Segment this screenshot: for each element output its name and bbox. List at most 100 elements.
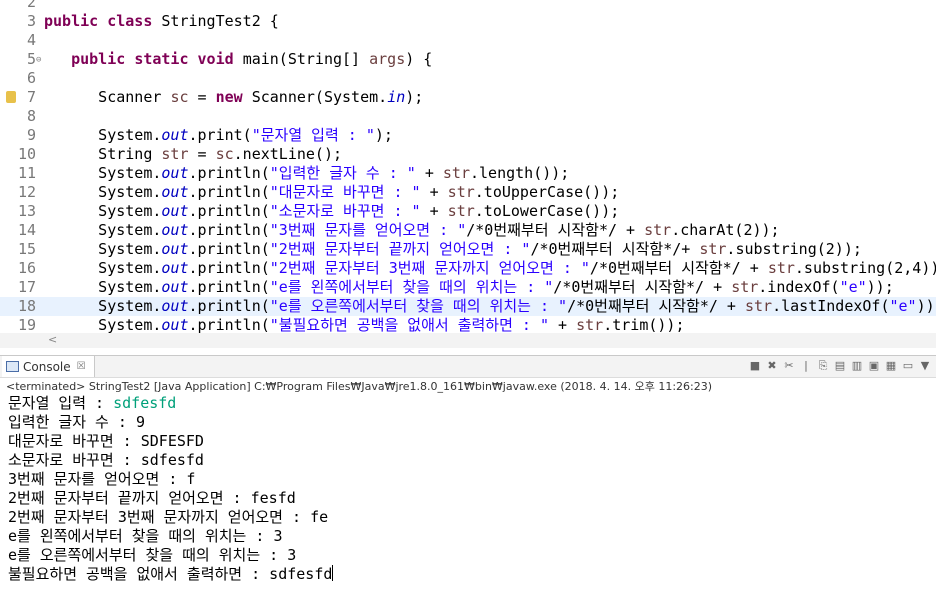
line-number: 14 (17, 221, 36, 239)
code-token: StringTest2 { (161, 12, 279, 30)
code-token: "2번째 문자부터 끝까지 얻어오면 : " (269, 240, 531, 258)
code-token: .println( (188, 259, 270, 277)
code-token: out (161, 126, 189, 144)
code-token: )); (866, 278, 894, 296)
console-output-line: e를 왼쪽에서부터 찾을 때의 위치는 : 3 (8, 527, 333, 546)
code-line[interactable]: 3 public class StringTest2 { (0, 12, 936, 31)
code-token: str (576, 316, 604, 334)
code-text: Scanner sc = new Scanner(System.in); (44, 88, 423, 107)
code-text: System.out.println("e를 오른쪽에서부터 찾을 때의 위치는… (44, 297, 936, 316)
code-line[interactable]: 7 Scanner sc = new Scanner(System.in); (0, 88, 936, 107)
console-output[interactable]: 문자열 입력 : sdfesfd 입력한 글자 수 : 9 대문자로 바꾸면 : S… (8, 394, 334, 584)
line-number: 7 (26, 88, 36, 106)
code-line[interactable]: 13 System.out.println("소문자로 바꾸면 : " + st… (0, 202, 936, 221)
line-number: 16 (17, 259, 36, 277)
code-token: str (442, 164, 470, 182)
code-token: /*0번째부터 시작함*/ + (553, 278, 732, 296)
code-token: String (44, 145, 162, 163)
code-token: out (161, 259, 189, 277)
console-output-line: 대문자로 바꾸면 : SDFESFD (8, 432, 333, 451)
code-text: String str = sc.nextLine(); (44, 145, 342, 164)
code-line[interactable]: 12 System.out.println("대문자로 바꾸면 : " + st… (0, 183, 936, 202)
console-toolbar-icon[interactable]: ▤ (833, 358, 847, 373)
code-token: /*0번째부터 시작함*/ + (589, 259, 768, 277)
line-number: 11 (17, 164, 36, 182)
code-token: "e" (889, 297, 917, 315)
console-toolbar-icon[interactable]: ▭ (901, 358, 915, 373)
console-output-line: 문자열 입력 : sdfesfd (8, 394, 333, 413)
code-token: "e를 왼쪽에서부터 찾을 때의 위치는 : " (269, 278, 554, 296)
code-token: out (161, 240, 189, 258)
code-token: + (415, 164, 443, 182)
code-token: System. (44, 126, 162, 144)
console-toolbar-icon[interactable]: ▼ (918, 358, 932, 373)
code-token: .substring(2,4)); (794, 259, 936, 277)
code-line[interactable]: 16 System.out.println("2번째 문자부터 3번째 문자까지… (0, 259, 936, 278)
code-token: ); (374, 126, 393, 144)
code-line[interactable]: 8 (0, 107, 936, 126)
scroll-left-icon[interactable]: < (48, 333, 57, 346)
line-number: 2 (26, 0, 36, 11)
fold-collapse-icon[interactable]: ⊖ (36, 55, 41, 65)
console-toolbar-icon[interactable]: ✂ (782, 358, 796, 373)
console-toolbar-icon[interactable]: ▣ (867, 358, 881, 373)
code-token: sc (215, 145, 234, 163)
close-icon[interactable]: ☒ (77, 361, 86, 372)
code-token: sc (170, 88, 189, 106)
console-output-text: e를 오른쪽에서부터 찾을 때의 위치는 : 3 (8, 546, 297, 564)
line-number: 5 (26, 50, 36, 68)
code-line[interactable]: 10 String str = sc.nextLine(); (0, 145, 936, 164)
code-text: System.out.println("입력한 글자 수 : " + str.l… (44, 164, 569, 183)
line-number: 3 (26, 12, 36, 30)
console-toolbar-icon[interactable]: ✖ (765, 358, 779, 373)
console-output-line: 입력한 글자 수 : 9 (8, 413, 333, 432)
console-output-text: 대문자로 바꾸면 : SDFESFD (8, 432, 204, 450)
code-token: Scanner(System. (251, 88, 388, 106)
line-number: 17 (17, 278, 36, 296)
code-token: "문자열 입력 : " (251, 126, 375, 144)
code-text: public class StringTest2 { (44, 12, 279, 31)
code-token: .indexOf( (758, 278, 840, 296)
code-token: "대문자로 바꾸면 : " (269, 183, 421, 201)
code-token: /*0번째부터 시작함*/ + (567, 297, 745, 315)
editor-horizontal-scrollbar[interactable]: < (0, 333, 936, 348)
code-line[interactable]: 11 System.out.println("입력한 글자 수 : " + st… (0, 164, 936, 183)
code-line[interactable]: 18 System.out.println("e를 오른쪽에서부터 찾을 때의 … (0, 297, 936, 316)
code-text: System.out.println("소문자로 바꾸면 : " + str.t… (44, 202, 619, 221)
line-number: 15 (17, 240, 36, 258)
console-toolbar-icon[interactable]: | (799, 358, 813, 373)
code-token: class (107, 12, 162, 30)
code-token: main(String[] (242, 50, 370, 68)
tab-console[interactable]: Console ☒ (2, 356, 95, 377)
console-toolbar-icon[interactable]: ▦ (884, 358, 898, 373)
code-token: .println( (188, 164, 270, 182)
console-icon (6, 361, 19, 372)
code-token: System. (44, 240, 162, 258)
code-editor[interactable]: 2 3 public class StringTest2 { 4 5 ⊖ public s… (0, 0, 936, 348)
code-token: .println( (188, 278, 270, 296)
code-token: ); (405, 88, 424, 106)
code-token: .toLowerCase()); (474, 202, 620, 220)
code-token: .print( (188, 126, 252, 144)
code-token: .nextLine(); (233, 145, 343, 163)
code-token: .trim()); (603, 316, 685, 334)
code-line[interactable]: 2 (0, 0, 936, 12)
console-toolbar-icon[interactable]: ▥ (850, 358, 864, 373)
code-line[interactable]: 17 System.out.println("e를 왼쪽에서부터 찾을 때의 위… (0, 278, 936, 297)
console-process-info: <terminated> StringTest2 [Java Applicati… (6, 380, 713, 393)
code-text: System.out.println("e를 왼쪽에서부터 찾을 때의 위치는 … (44, 278, 894, 297)
code-line[interactable]: 9 System.out.print("문자열 입력 : "); (0, 126, 936, 145)
code-line[interactable]: 4 (0, 31, 936, 50)
code-line[interactable]: 15 System.out.println("2번째 문자부터 끝까지 얻어오면… (0, 240, 936, 259)
code-line[interactable]: 6 (0, 69, 936, 88)
code-token: = (188, 145, 216, 163)
code-token: "e" (839, 278, 867, 296)
code-line[interactable]: 5 ⊖ public static void main(String[] args… (0, 50, 936, 69)
code-line[interactable]: 14 System.out.println("3번째 문자를 얻어오면 : "/… (0, 221, 936, 240)
console-toolbar-icon[interactable]: ⎘ (816, 358, 830, 373)
line-number: 4 (26, 31, 36, 49)
code-token: str (744, 297, 773, 315)
console-toolbar-icon[interactable]: ■ (748, 358, 762, 373)
console-toolbar: ■ ✖ ✂ | ⎘ ▤ ▥ ▣ ▦ ▭ ▼ (748, 358, 932, 373)
code-token: ) { (405, 50, 433, 68)
